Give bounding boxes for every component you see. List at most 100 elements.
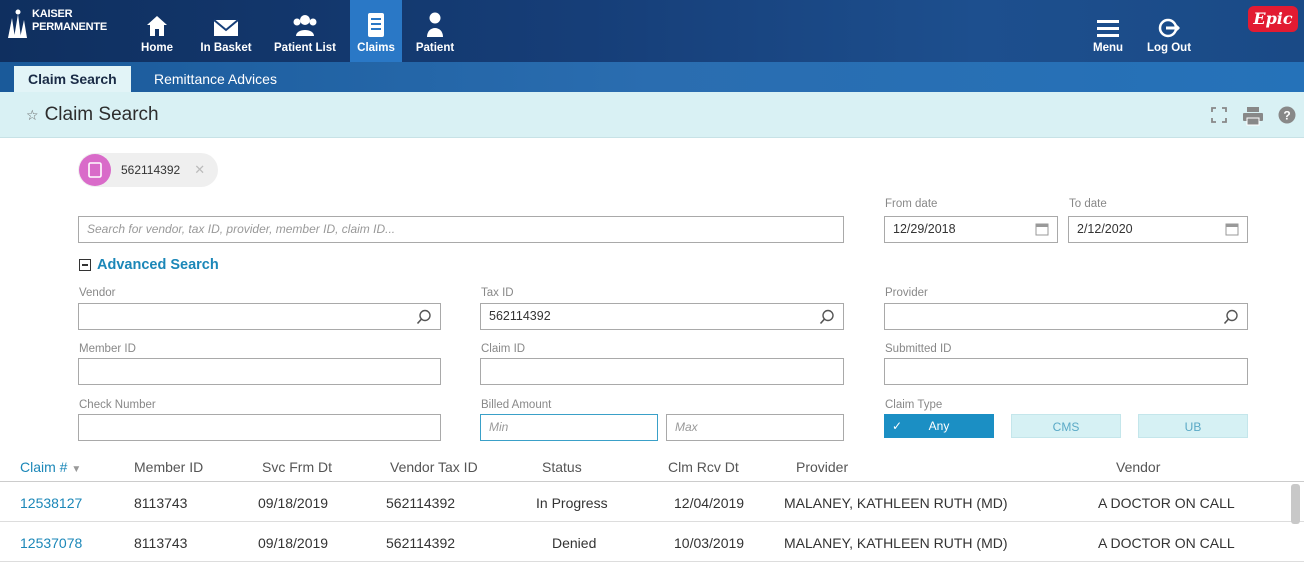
cell-clm-rcv-dt: 10/03/2019 [674, 535, 745, 551]
tax-id-value: 562114392 [489, 309, 551, 323]
calendar-icon[interactable] [1035, 222, 1049, 236]
nav-menu[interactable]: Menu [1084, 0, 1132, 62]
search-icon[interactable] [1223, 309, 1239, 325]
member-id-label: Member ID [79, 343, 136, 355]
advanced-search-label: Advanced Search [97, 257, 219, 273]
provider-field[interactable] [884, 303, 1248, 330]
billed-amount-max-field[interactable]: Max [666, 414, 844, 441]
nav-patient-list[interactable]: Patient List [264, 0, 346, 62]
print-icon[interactable] [1242, 106, 1264, 126]
column-status[interactable]: Status [542, 459, 582, 475]
claims-icon [368, 13, 384, 37]
claim-type-ub-button[interactable]: UB [1138, 414, 1248, 438]
table-scrollbar[interactable] [1291, 484, 1300, 524]
brand-line2: PERMANENTE [32, 21, 108, 33]
min-placeholder: Min [489, 420, 509, 434]
cell-vendor-tax-id: 562114392 [386, 535, 456, 551]
tab-remittance-advices[interactable]: Remittance Advices [140, 66, 291, 92]
sort-down-icon: ▼ [71, 464, 82, 475]
column-vendor[interactable]: Vendor [1116, 459, 1160, 475]
claim-id-field[interactable] [480, 358, 844, 385]
tax-id-label: Tax ID [481, 287, 514, 299]
to-date-label: To date [1069, 198, 1107, 210]
column-claim-label: Claim # [20, 459, 68, 475]
patient-list-icon [293, 15, 317, 36]
check-number-field[interactable] [78, 414, 441, 441]
billed-amount-min-field[interactable]: Min [480, 414, 658, 441]
to-date-field[interactable]: 2/12/2020 [1068, 216, 1248, 243]
search-icon[interactable] [819, 309, 835, 325]
patient-icon [427, 12, 443, 37]
cell-svc-frm-dt: 09/18/2019 [258, 495, 329, 511]
table-row[interactable]: 12537078 8113743 09/18/2019 562114392 De… [0, 524, 1304, 562]
cell-vendor: A DOCTOR ON CALL [1098, 535, 1235, 551]
submitted-id-field[interactable] [884, 358, 1248, 385]
claim-type-cms-button[interactable]: CMS [1011, 414, 1121, 438]
table-row[interactable]: 12538127 8113743 09/18/2019 562114392 In… [0, 484, 1304, 522]
cell-claim[interactable]: 12537078 [20, 535, 82, 551]
collapse-icon [79, 259, 91, 271]
cell-claim[interactable]: 12538127 [20, 495, 82, 511]
to-date-value: 2/12/2020 [1077, 222, 1133, 236]
vendor-label: Vendor [79, 287, 116, 299]
search-chip[interactable]: 562114392 ✕ [78, 153, 218, 187]
document-icon [79, 154, 111, 186]
close-icon[interactable]: ✕ [194, 162, 205, 178]
from-date-field[interactable]: 12/29/2018 [884, 216, 1058, 243]
kaiser-permanente-logo[interactable]: KAISER PERMANENTE [6, 8, 126, 48]
submitted-id-label: Submitted ID [885, 343, 952, 355]
cell-status: In Progress [536, 495, 608, 511]
pin-icon[interactable]: ☆ [26, 107, 39, 124]
fullscreen-icon[interactable] [1210, 106, 1228, 124]
calendar-icon[interactable] [1225, 222, 1239, 236]
logout-icon [1158, 18, 1180, 38]
brand-name: KAISER PERMANENTE [32, 8, 107, 34]
column-provider[interactable]: Provider [796, 459, 848, 475]
help-icon[interactable]: ? [1278, 106, 1296, 124]
column-clm-rcv-dt[interactable]: Clm Rcv Dt [668, 459, 739, 475]
cell-vendor: A DOCTOR ON CALL [1098, 495, 1235, 511]
kp-logo-icon [8, 9, 27, 38]
column-svc-frm-dt[interactable]: Svc Frm Dt [262, 459, 332, 475]
cell-provider: MALANEY, KATHLEEN RUTH (MD) [784, 535, 1008, 551]
nav-log-out[interactable]: Log Out [1140, 0, 1198, 62]
nav-claims[interactable]: Claims [350, 0, 402, 62]
nav-in-basket[interactable]: In Basket [192, 0, 260, 62]
nav-home[interactable]: Home [132, 0, 182, 62]
nav-log-out-label: Log Out [1146, 42, 1192, 54]
member-id-field[interactable] [78, 358, 441, 385]
nav-home-label: Home [141, 42, 173, 54]
cell-status: Denied [552, 535, 597, 551]
nav-patient-list-label: Patient List [274, 42, 336, 54]
vendor-field[interactable] [78, 303, 441, 330]
cell-svc-frm-dt: 09/18/2019 [258, 535, 329, 551]
nav-patient[interactable]: Patient [408, 0, 462, 62]
column-member-id[interactable]: Member ID [134, 459, 203, 475]
title-actions: ? [1210, 106, 1296, 126]
column-vendor-tax-id[interactable]: Vendor Tax ID [390, 459, 478, 475]
claim-type-any-button[interactable]: ✓ Any [884, 414, 994, 438]
search-icon[interactable] [416, 309, 432, 325]
advanced-search-toggle[interactable]: Advanced Search [79, 257, 219, 273]
cell-vendor-tax-id: 562114392 [386, 495, 456, 511]
cell-member-id: 8113743 [134, 495, 188, 511]
tax-id-field[interactable]: 562114392 [480, 303, 844, 330]
cell-clm-rcv-dt: 12/04/2019 [674, 495, 745, 511]
cell-provider: MALANEY, KATHLEEN RUTH (MD) [784, 495, 1008, 511]
top-navigation-bar: KAISER PERMANENTE Home In Basket Patient… [0, 0, 1304, 62]
search-placeholder: Search for vendor, tax ID, provider, mem… [87, 222, 396, 236]
claim-type-any-label: Any [928, 419, 950, 433]
nav-claims-label: Claims [357, 42, 395, 54]
brand-line1: KAISER [32, 8, 73, 20]
home-icon [147, 16, 167, 36]
from-date-label: From date [885, 198, 938, 210]
title-row: ☆ Claim Search ? [0, 92, 1304, 138]
column-claim[interactable]: Claim # ▼ [20, 459, 81, 475]
tab-claim-search[interactable]: Claim Search [14, 66, 131, 92]
billed-amount-label: Billed Amount [481, 399, 552, 411]
check-number-label: Check Number [79, 399, 156, 411]
epic-logo: Epic [1248, 6, 1298, 32]
search-input[interactable]: Search for vendor, tax ID, provider, mem… [78, 216, 844, 243]
check-icon: ✓ [892, 419, 903, 433]
chip-text: 562114392 [121, 163, 181, 177]
